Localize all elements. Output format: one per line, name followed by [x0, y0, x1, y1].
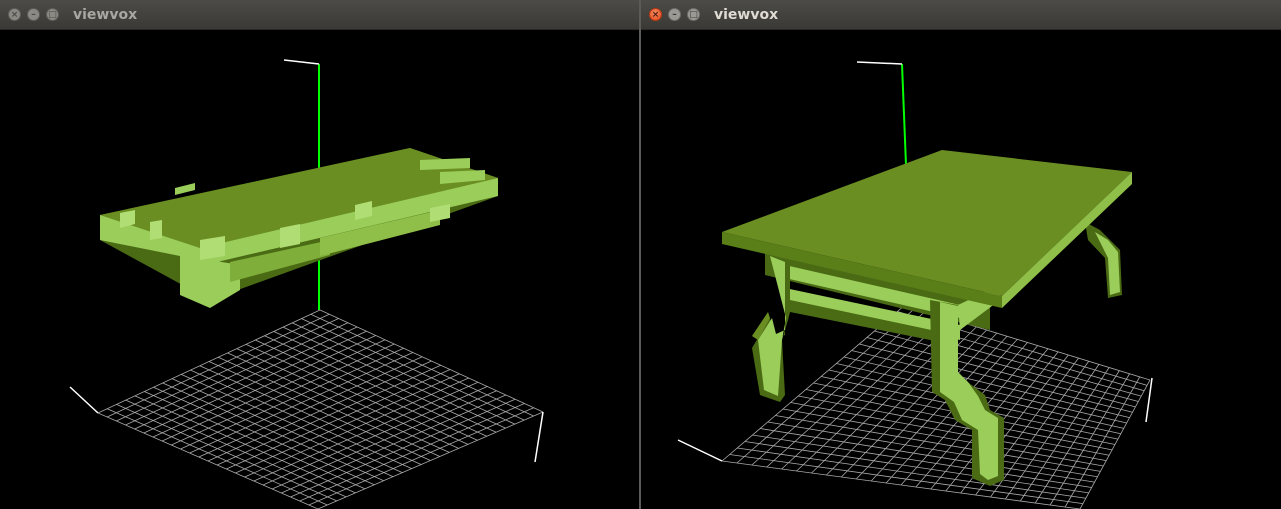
close-icon[interactable]: × — [8, 8, 21, 21]
z-axis-end — [534, 411, 544, 463]
close-icon[interactable]: × — [649, 8, 662, 21]
viewvox-window-right[interactable]: × – □ viewvox — [641, 0, 1281, 509]
grid-line — [272, 390, 497, 490]
window-titlebar[interactable]: × – □ viewvox — [641, 0, 1281, 30]
grid-line — [290, 398, 516, 498]
grid-line — [317, 411, 544, 509]
grid-line — [281, 394, 506, 494]
scene-canvas — [69, 59, 544, 509]
x-axis-end — [677, 439, 723, 462]
grid-line — [134, 395, 356, 494]
grid-line — [299, 403, 525, 502]
minimize-icon[interactable]: – — [27, 8, 40, 21]
grid-line — [775, 415, 1101, 472]
y-axis — [901, 63, 907, 166]
grid-line — [721, 460, 1081, 509]
maximize-icon[interactable]: □ — [687, 8, 700, 21]
grid-line — [1079, 379, 1151, 509]
grid-line — [767, 421, 1098, 478]
z-axis-end — [1145, 377, 1153, 423]
grid-line — [97, 412, 319, 509]
viewvox-window-left[interactable]: × – □ viewvox — [0, 0, 639, 509]
grid-line — [253, 381, 479, 482]
ground-grid — [97, 309, 544, 509]
grid-line — [116, 404, 337, 502]
axis-tick — [856, 61, 903, 65]
grid-line — [153, 386, 375, 486]
scene-canvas — [677, 61, 1153, 509]
x-axis-end — [69, 386, 99, 414]
grid-line — [125, 399, 347, 498]
window-titlebar[interactable]: × – □ viewvox — [0, 0, 639, 30]
grid-line — [107, 408, 328, 506]
maximize-icon[interactable]: □ — [46, 8, 59, 21]
voxel-viewport[interactable] — [0, 30, 639, 509]
window-title: viewvox — [714, 7, 779, 23]
grid-line — [262, 386, 488, 486]
minimize-icon[interactable]: – — [668, 8, 681, 21]
voxel-viewport[interactable] — [641, 30, 1281, 509]
axis-tick — [283, 59, 320, 65]
grid-line — [144, 391, 366, 490]
voxel-model-slab — [100, 148, 498, 308]
grid-line — [308, 407, 534, 506]
window-title: viewvox — [73, 7, 138, 23]
grid-line — [729, 454, 1083, 505]
